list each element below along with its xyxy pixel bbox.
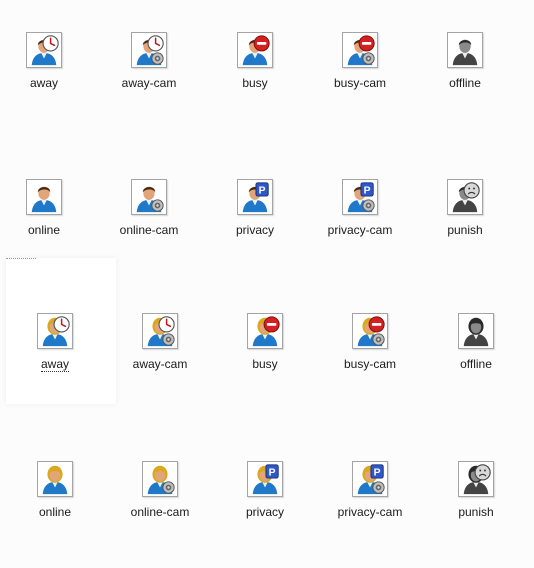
file-item-male-privacy[interactable]: Pprivacy — [210, 179, 300, 237]
file-label[interactable]: away — [30, 76, 58, 90]
file-item-female-away-cam[interactable]: away-cam — [115, 313, 205, 371]
file-item-male-away[interactable]: away — [0, 32, 89, 90]
female-busy-cam-icon[interactable] — [352, 313, 388, 349]
file-item-female-busy-cam[interactable]: busy-cam — [325, 313, 415, 371]
male-privacy-cam-icon[interactable]: P — [342, 179, 378, 215]
file-label[interactable]: privacy — [236, 223, 274, 237]
male-online-cam-icon[interactable] — [131, 179, 167, 215]
female-privacy-cam-icon[interactable]: P — [352, 461, 388, 497]
file-label[interactable]: busy — [242, 76, 267, 90]
file-item-male-privacy-cam[interactable]: Pprivacy-cam — [315, 179, 405, 237]
file-label[interactable]: privacy — [246, 505, 284, 519]
file-item-female-busy[interactable]: busy — [220, 313, 310, 371]
female-offline-icon[interactable] — [458, 313, 494, 349]
file-label[interactable]: away-cam — [133, 357, 188, 371]
female-online-cam-icon[interactable] — [142, 461, 178, 497]
file-label[interactable]: online — [28, 223, 60, 237]
female-punish-icon[interactable] — [458, 461, 494, 497]
file-item-male-punish[interactable]: punish — [420, 179, 510, 237]
file-item-female-privacy[interactable]: Pprivacy — [220, 461, 310, 519]
file-item-female-punish[interactable]: punish — [431, 461, 521, 519]
svg-text:P: P — [259, 186, 266, 197]
file-label[interactable]: punish — [458, 505, 493, 519]
file-item-female-online-cam[interactable]: online-cam — [115, 461, 205, 519]
male-online-icon[interactable] — [26, 179, 62, 215]
file-item-male-online-cam[interactable]: online-cam — [104, 179, 194, 237]
male-offline-icon[interactable] — [447, 32, 483, 68]
female-busy-icon[interactable] — [247, 313, 283, 349]
file-item-male-busy[interactable]: busy — [210, 32, 300, 90]
female-away-cam-icon[interactable] — [142, 313, 178, 349]
file-label[interactable]: busy — [252, 357, 277, 371]
female-online-icon[interactable] — [37, 461, 73, 497]
male-away-icon[interactable] — [26, 32, 62, 68]
file-label[interactable]: offline — [449, 76, 481, 90]
file-label[interactable]: away-cam — [122, 76, 177, 90]
male-busy-icon[interactable] — [237, 32, 273, 68]
file-item-female-away[interactable]: away — [10, 313, 100, 372]
file-label[interactable]: online-cam — [131, 505, 190, 519]
selection-border — [6, 258, 36, 259]
female-away-icon[interactable] — [37, 313, 73, 349]
svg-text:P: P — [364, 186, 371, 197]
file-item-male-away-cam[interactable]: away-cam — [104, 32, 194, 90]
file-label[interactable]: privacy-cam — [338, 505, 403, 519]
file-item-male-busy-cam[interactable]: busy-cam — [315, 32, 405, 90]
file-item-female-online[interactable]: online — [10, 461, 100, 519]
svg-text:P: P — [374, 468, 381, 479]
male-busy-cam-icon[interactable] — [342, 32, 378, 68]
file-item-male-online[interactable]: online — [0, 179, 89, 237]
file-label[interactable]: online — [39, 505, 71, 519]
file-label[interactable]: offline — [460, 357, 492, 371]
file-label[interactable]: busy-cam — [344, 357, 396, 371]
svg-text:P: P — [269, 468, 276, 479]
female-privacy-icon[interactable]: P — [247, 461, 283, 497]
file-label[interactable]: punish — [447, 223, 482, 237]
file-label[interactable]: busy-cam — [334, 76, 386, 90]
male-privacy-icon[interactable]: P — [237, 179, 273, 215]
file-item-female-privacy-cam[interactable]: Pprivacy-cam — [325, 461, 415, 519]
file-label[interactable]: online-cam — [120, 223, 179, 237]
file-label[interactable]: privacy-cam — [328, 223, 393, 237]
male-punish-icon[interactable] — [447, 179, 483, 215]
file-label[interactable]: away — [40, 357, 69, 372]
file-item-male-offline[interactable]: offline — [420, 32, 510, 90]
male-away-cam-icon[interactable] — [131, 32, 167, 68]
file-item-female-offline[interactable]: offline — [431, 313, 521, 371]
